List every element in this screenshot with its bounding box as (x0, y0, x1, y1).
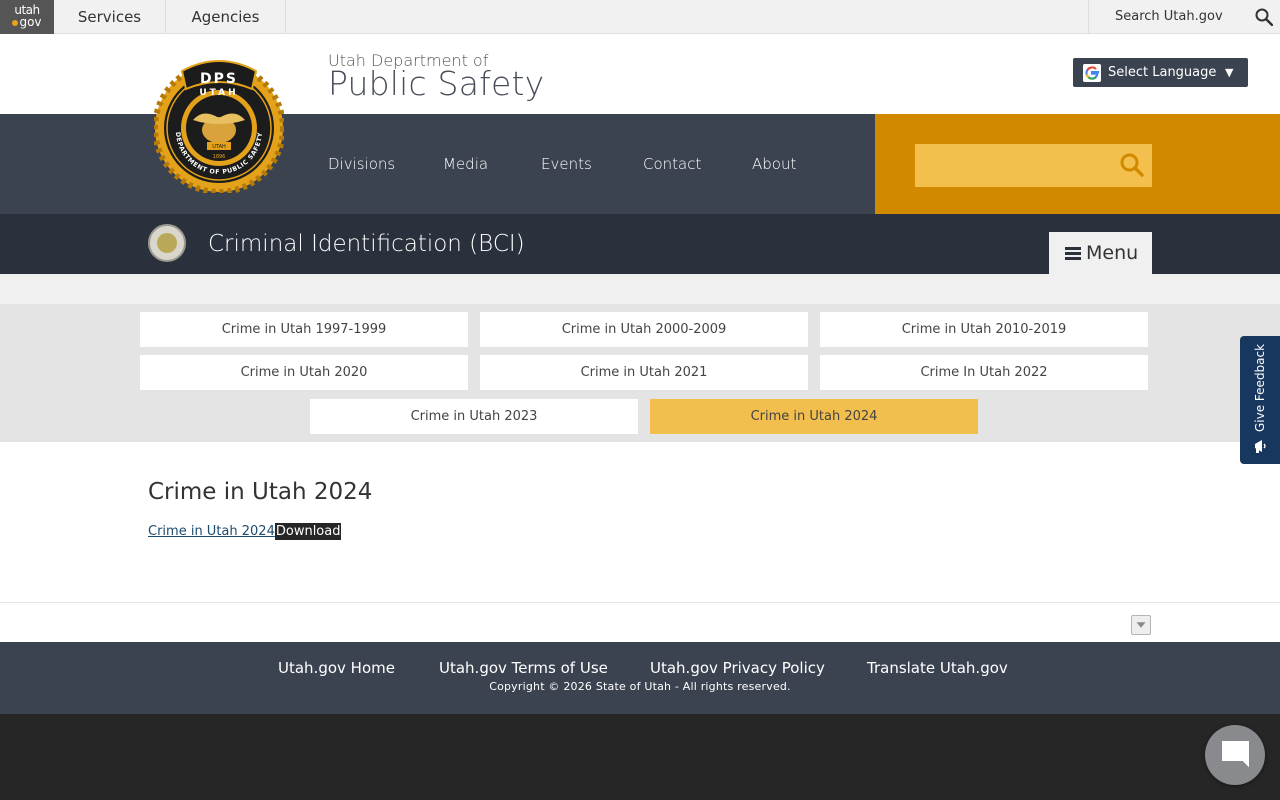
google-icon (1083, 64, 1101, 82)
give-feedback-label: Give Feedback (1253, 343, 1267, 432)
footer-link-translate[interactable]: Translate Utah.gov (867, 659, 1008, 677)
division-title[interactable]: Criminal Identification (BCI) (208, 214, 525, 274)
nav-item-about[interactable]: About (752, 114, 796, 214)
tile-crime-2000-2009[interactable]: Crime in Utah 2000-2009 (480, 312, 808, 347)
tile-crime-1997-1999[interactable]: Crime in Utah 1997-1999 (140, 312, 468, 347)
dps-seal-logo[interactable]: UTAH 1896 DPS UTAH DEPARTMENT OF PUBLIC … (154, 53, 284, 193)
page-title: Crime in Utah 2024 (148, 479, 373, 505)
utah-gov-logo-bottom: gov (19, 15, 42, 29)
give-feedback-tab[interactable]: Give Feedback (1240, 336, 1280, 464)
nav-item-contact[interactable]: Contact (643, 114, 701, 214)
utah-gov-logo-top: utah (14, 3, 40, 17)
tile-crime-2022[interactable]: Crime In Utah 2022 (820, 355, 1148, 390)
division-bar: Criminal Identification (BCI) Menu (0, 214, 1280, 274)
collapse-toggle-icon[interactable] (1131, 615, 1151, 635)
bci-seal-logo[interactable] (148, 224, 186, 262)
select-language-label: Select Language (1108, 65, 1217, 80)
utah-gov-search[interactable]: Search Utah.gov (1088, 0, 1280, 34)
site-search-band (875, 114, 1280, 214)
nav-item-events[interactable]: Events (541, 114, 592, 214)
seal-center-text: UTAH (212, 144, 226, 150)
megaphone-icon (1255, 440, 1266, 453)
seal-year-text: 1896 (213, 154, 226, 160)
footer-link-privacy[interactable]: Utah.gov Privacy Policy (650, 659, 825, 677)
chevron-down-icon: ▼ (1225, 66, 1234, 79)
download-line: Crime in Utah 2024Download (148, 522, 342, 542)
tile-crime-2010-2019[interactable]: Crime in Utah 2010-2019 (820, 312, 1148, 347)
download-button[interactable]: Download (274, 523, 342, 540)
footer-link-home[interactable]: Utah.gov Home (278, 659, 395, 677)
utah-gov-search-label: Search Utah.gov (1115, 9, 1223, 24)
utah-gov-logo[interactable]: utah gov (0, 0, 54, 34)
site-footer: Utah.gov Home Utah.gov Terms of Use Utah… (0, 642, 1280, 714)
year-tiles: Crime in Utah 1997-1999 Crime in Utah 20… (0, 304, 1280, 442)
chat-button[interactable] (1205, 725, 1265, 785)
crime-in-utah-2024-link[interactable]: Crime in Utah 2024 (148, 524, 275, 539)
menu-button[interactable]: Menu (1049, 232, 1152, 274)
tile-crime-2023[interactable]: Crime in Utah 2023 (310, 399, 638, 434)
search-icon[interactable] (1255, 8, 1273, 26)
services-button[interactable]: Services (54, 0, 166, 34)
main-content: Crime in Utah 2024 Crime in Utah 2024Dow… (0, 442, 1280, 602)
utah-gov-bar: utah gov Services Agencies Search Utah.g… (0, 0, 1280, 34)
nav-item-divisions[interactable]: Divisions (328, 114, 395, 214)
agencies-button[interactable]: Agencies (166, 0, 286, 34)
menu-label: Menu (1086, 242, 1139, 264)
footer-spacer (0, 602, 1280, 642)
site-search-input[interactable] (915, 144, 1152, 187)
seal-top-text: DPS (200, 71, 238, 87)
tile-crime-2024[interactable]: Crime in Utah 2024 (650, 399, 978, 434)
chat-icon (1222, 741, 1250, 769)
search-icon[interactable] (1119, 152, 1145, 178)
tile-crime-2020[interactable]: Crime in Utah 2020 (140, 355, 468, 390)
content-spacer (0, 274, 1280, 304)
logo-dot-icon (12, 19, 19, 26)
page-bottom (0, 714, 1280, 800)
nav-item-media[interactable]: Media (443, 114, 488, 214)
seal-ring-text: UTAH (199, 88, 238, 98)
bci-seal-emblem (157, 233, 177, 253)
tile-crime-2021[interactable]: Crime in Utah 2021 (480, 355, 808, 390)
agency-title[interactable]: Public Safety (328, 64, 544, 103)
footer-link-terms[interactable]: Utah.gov Terms of Use (439, 659, 608, 677)
hamburger-icon (1065, 247, 1081, 260)
select-language-button[interactable]: Select Language ▼ (1073, 58, 1248, 87)
copyright-text: Copyright © 2026 State of Utah - All rig… (489, 680, 791, 693)
